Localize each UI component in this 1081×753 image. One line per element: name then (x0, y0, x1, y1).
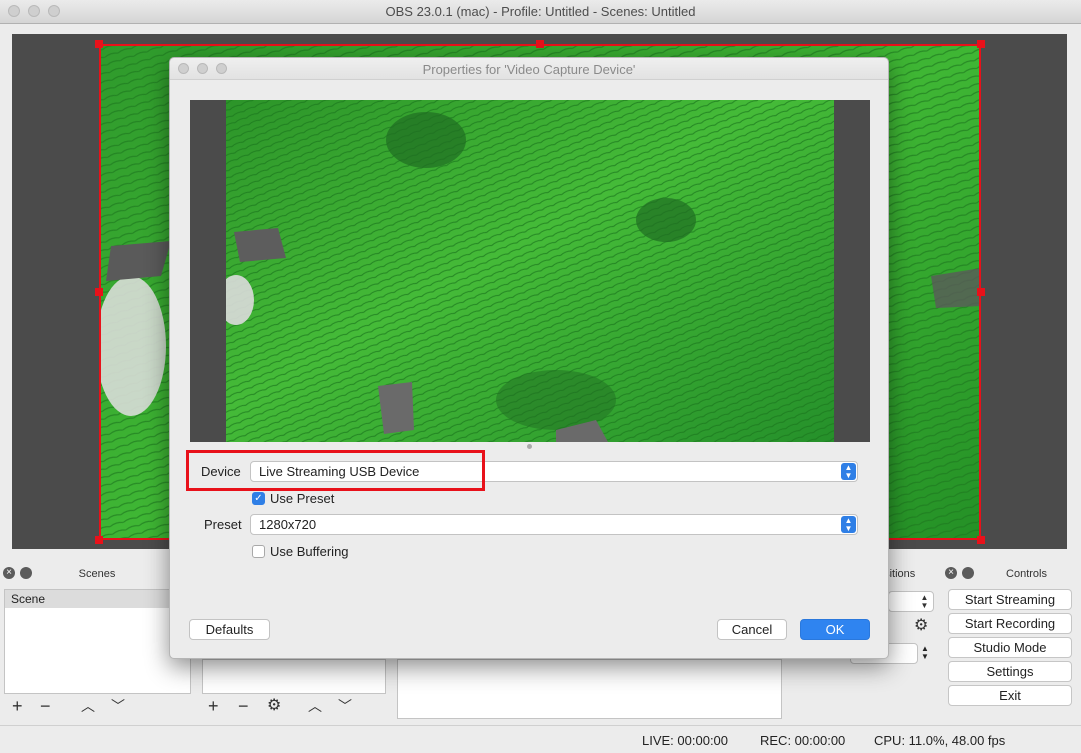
splitter-handle[interactable] (527, 444, 532, 449)
use-buffering-checkbox[interactable] (252, 545, 265, 558)
scenes-dock-title: Scenes (78, 568, 116, 580)
move-up-button[interactable]: ︿ (81, 697, 95, 715)
remove-source-button[interactable]: − (238, 697, 249, 715)
use-buffering-label: Use Buffering (270, 544, 349, 559)
rec-status: REC: 00:00:00 (760, 733, 846, 748)
defaults-button[interactable]: Defaults (189, 619, 270, 640)
window-titlebar: OBS 23.0.1 (mac) - Profile: Untitled - S… (0, 0, 1081, 24)
cpu-status: CPU: 11.0%, 48.00 fps (874, 733, 1006, 748)
use-preset-checkbox[interactable]: ✓ (252, 492, 265, 505)
resize-handle[interactable] (977, 536, 985, 544)
list-item[interactable]: Scene (5, 590, 190, 608)
gear-icon[interactable]: ⚙ (267, 697, 281, 715)
resize-handle[interactable] (95, 288, 103, 296)
preset-label: Preset (204, 517, 242, 532)
chevron-updown-icon: ▲ ▼ (841, 463, 856, 480)
dialog-preview (190, 100, 870, 442)
scenes-list[interactable]: Scene (4, 589, 191, 694)
sources-list[interactable] (202, 659, 386, 694)
mixer-panel (397, 659, 782, 719)
preset-select[interactable]: 1280x720 ▲ ▼ (250, 514, 858, 535)
move-down-button[interactable]: ﹀ (111, 697, 125, 715)
studio-mode-button[interactable]: Studio Mode (948, 637, 1072, 658)
add-scene-button[interactable]: + (12, 697, 23, 715)
chevron-updown-icon: ▲ ▼ (841, 516, 856, 533)
window-title: OBS 23.0.1 (mac) - Profile: Untitled - S… (385, 4, 696, 19)
status-bar: LIVE: 00:00:00 REC: 00:00:00 CPU: 11.0%,… (0, 725, 1081, 753)
resize-handle[interactable] (977, 40, 985, 48)
device-highlight-annotation (186, 450, 485, 491)
gear-icon[interactable]: ⚙ (914, 617, 928, 635)
cancel-button[interactable]: Cancel (717, 619, 787, 640)
use-preset-label: Use Preset (270, 491, 335, 506)
start-streaming-button[interactable]: Start Streaming (948, 589, 1072, 610)
live-status: LIVE: 00:00:00 (642, 733, 729, 748)
add-source-button[interactable]: + (208, 697, 219, 715)
move-up-button[interactable]: ︿ (308, 697, 322, 715)
close-dock-icon[interactable]: × (945, 567, 957, 579)
stepper-icon[interactable]: ▲ ▼ (921, 645, 929, 661)
resize-handle[interactable] (977, 288, 985, 296)
transition-select[interactable]: ▲ ▼ (888, 591, 934, 612)
rice-terrace-image (226, 100, 834, 442)
exit-button[interactable]: Exit (948, 685, 1072, 706)
settings-button[interactable]: Settings (948, 661, 1072, 682)
resize-handle[interactable] (95, 536, 103, 544)
properties-dialog: Properties for 'Video Capture Device' De… (169, 57, 889, 659)
resize-handle[interactable] (95, 40, 103, 48)
controls-dock-title: Controls (1006, 568, 1047, 580)
start-recording-button[interactable]: Start Recording (948, 613, 1072, 634)
dialog-titlebar: Properties for 'Video Capture Device' (170, 58, 888, 80)
dialog-title: Properties for 'Video Capture Device' (422, 62, 636, 77)
move-down-button[interactable]: ﹀ (338, 697, 352, 715)
resize-handle[interactable] (536, 40, 544, 48)
scenes-dock: × Scenes Scene + − ︿ ﹀ (0, 563, 194, 723)
capture-preview-image (226, 100, 834, 442)
ok-button[interactable]: OK (800, 619, 870, 640)
remove-scene-button[interactable]: − (40, 697, 51, 715)
